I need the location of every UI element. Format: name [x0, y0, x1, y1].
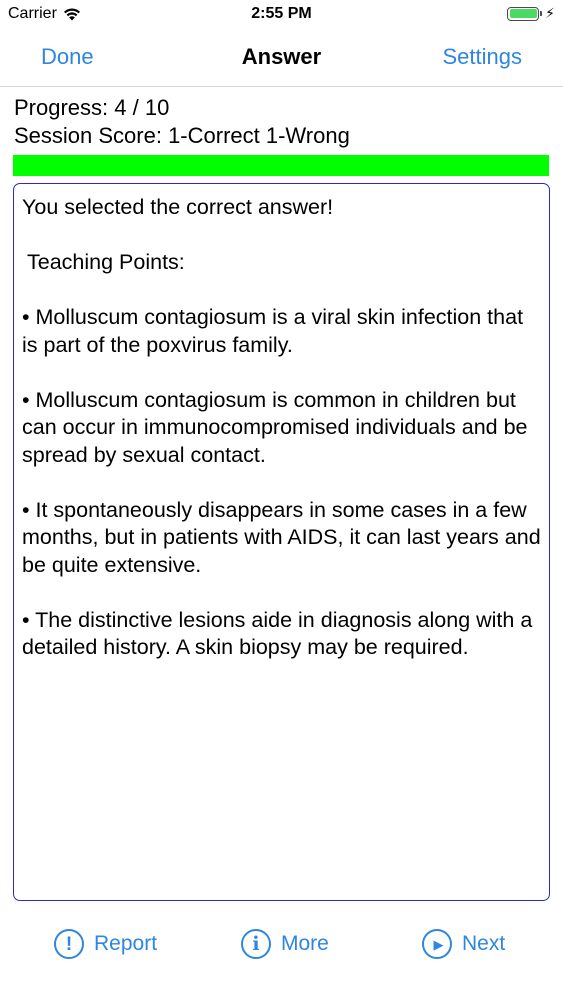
answer-result: You selected the correct answer! [22, 195, 334, 219]
more-label: More [281, 932, 329, 955]
bottom-toolbar: ! Report i More ▶ Next [0, 925, 563, 975]
session-score-label: Session Score: 1-Correct 1-Wrong [14, 123, 350, 148]
report-button[interactable]: ! Report [54, 929, 157, 959]
status-right: ⚡ [507, 5, 555, 22]
teaching-point: • Molluscum contagiosum is a viral skin … [22, 305, 524, 357]
settings-button[interactable]: Settings [443, 44, 523, 70]
status-time: 2:55 PM [251, 5, 312, 22]
status-bar: Carrier 2:55 PM ⚡ [0, 0, 563, 30]
more-button[interactable]: i More [241, 929, 329, 959]
progress-bar [13, 155, 549, 176]
report-label: Report [94, 932, 158, 955]
answer-screen: Carrier 2:55 PM ⚡ Done Answer Settings P… [0, 0, 563, 1000]
nav-bar: Done Answer Settings [0, 30, 563, 87]
teaching-point: • Molluscum contagiosum is common in chi… [22, 387, 528, 467]
play-circle-icon: ▶ [422, 929, 452, 959]
teaching-point: • It spontaneously disappears in some ca… [22, 497, 541, 577]
teaching-points-heading: Teaching Points: [27, 250, 185, 274]
teaching-point: • The distinctive lesions aide in diagno… [22, 607, 533, 660]
progress-label: Progress: 4 / 10 [14, 95, 170, 120]
answer-text-box[interactable]: You selected the correct answer! Teachin… [13, 183, 550, 901]
next-label: Next [462, 932, 506, 955]
charging-bolt-icon: ⚡ [545, 5, 555, 21]
progress-bar-fill [13, 155, 549, 176]
info-circle-icon: i [241, 929, 271, 959]
exclamation-circle-icon: ! [54, 929, 84, 959]
battery-fill [509, 9, 537, 18]
battery-icon [507, 6, 543, 21]
next-button[interactable]: ▶ Next [422, 929, 505, 959]
